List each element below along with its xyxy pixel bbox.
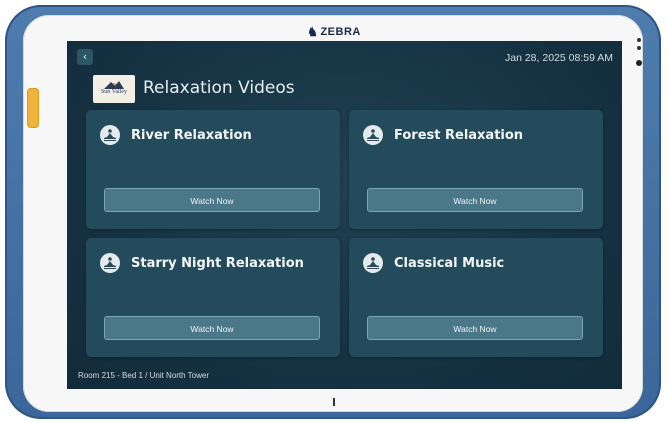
sun-logo-icon (104, 81, 124, 89)
camera-sensors (635, 38, 643, 78)
meditation-icon (363, 125, 383, 145)
logo-label: Sun Valley (100, 89, 128, 95)
side-scan-button[interactable] (27, 88, 39, 128)
chevron-left-icon: ‹ (82, 50, 88, 63)
device-brand: ♞ ZEBRA (0, 24, 668, 39)
watch-now-button[interactable]: Watch Now (104, 316, 320, 340)
facility-logo: Sun Valley (93, 75, 135, 103)
watch-now-button[interactable]: Watch Now (104, 188, 320, 212)
meditation-icon (363, 253, 383, 273)
app-screen: ‹ Jan 28, 2025 08:59 AM Sun Valley Relax… (67, 41, 622, 389)
room-bed-location: Room 215 - Bed 1 / Unit North Tower (78, 371, 210, 380)
video-card-river: River Relaxation Watch Now (86, 110, 340, 229)
card-title: Starry Night Relaxation (131, 256, 304, 271)
watch-now-button[interactable]: Watch Now (367, 188, 583, 212)
page-title: Relaxation Videos (143, 78, 295, 98)
camera-icon (636, 60, 642, 66)
zebra-logo-icon: ♞ (307, 25, 319, 39)
sensor-dot (637, 38, 641, 42)
sensor-dot (637, 46, 641, 50)
video-card-starry-night: Starry Night Relaxation Watch Now (86, 238, 340, 357)
meditation-icon (100, 253, 120, 273)
datetime-display: Jan 28, 2025 08:59 AM (505, 52, 613, 64)
card-title: Forest Relaxation (394, 128, 524, 143)
video-card-forest: Forest Relaxation Watch Now (349, 110, 603, 229)
meditation-icon (100, 125, 120, 145)
brand-label: ZEBRA (320, 26, 361, 38)
card-title: River Relaxation (131, 128, 252, 143)
home-indicator (333, 398, 335, 406)
back-button[interactable]: ‹ (77, 49, 93, 65)
video-card-classical-music: Classical Music Watch Now (349, 238, 603, 357)
watch-now-button[interactable]: Watch Now (367, 316, 583, 340)
card-title: Classical Music (394, 256, 505, 271)
